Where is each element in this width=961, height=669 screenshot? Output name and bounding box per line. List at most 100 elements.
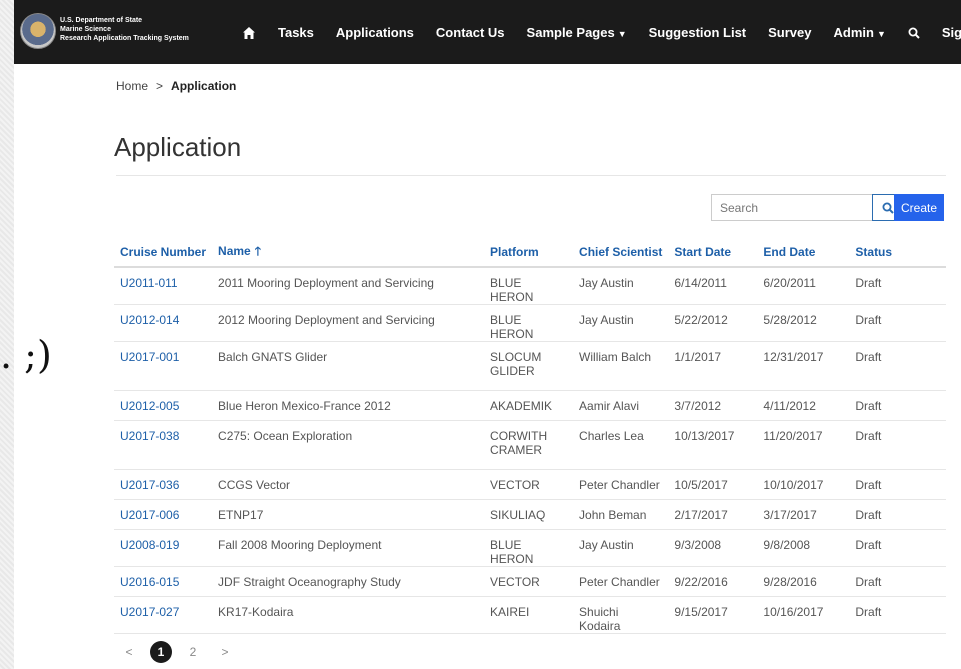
cell-end-date: 3/17/2017: [757, 499, 850, 530]
cell-platform: VECTOR: [484, 469, 574, 500]
pagination-prev[interactable]: <: [118, 641, 140, 663]
table-header-row: Cruise Number Name 🡑 Platform Chief Scien…: [114, 238, 946, 268]
table-row: U2012-005 Blue Heron Mexico-France 2012 …: [114, 390, 946, 421]
page-title: Application: [114, 132, 242, 162]
table-row: U2011-011 2011 Mooring Deployment and Se…: [114, 267, 946, 305]
cell-start-date: 6/14/2011: [668, 267, 758, 305]
pagination-next[interactable]: >: [214, 641, 236, 663]
column-header-cruise-number[interactable]: Cruise Number: [114, 238, 213, 268]
sort-ascending-icon: 🡑: [254, 243, 261, 258]
cell-end-date: 9/8/2008: [757, 529, 850, 567]
create-button[interactable]: Create: [894, 194, 944, 221]
cruise-number-link[interactable]: U2012-005: [114, 390, 213, 421]
column-header-status[interactable]: Status: [849, 238, 946, 268]
nav-survey[interactable]: Survey: [757, 25, 822, 40]
nav-search[interactable]: [897, 25, 931, 40]
nav-sign-in[interactable]: Sign In: [931, 25, 961, 40]
nav-applications[interactable]: Applications: [325, 25, 425, 40]
cell-chief-scientist: Charles Lea: [573, 420, 669, 470]
cell-name: Blue Heron Mexico-France 2012: [212, 390, 485, 421]
main-nav: Tasks Applications Contact Us Sample Pag…: [231, 0, 961, 64]
cell-platform: CORWITH CRAMER: [484, 420, 574, 470]
cruise-number-link[interactable]: U2017-036: [114, 469, 213, 500]
cruise-number-link[interactable]: U2016-015: [114, 566, 213, 597]
cell-status: Draft: [849, 267, 946, 305]
breadcrumb-separator: >: [156, 79, 164, 93]
cell-platform: BLUE HERON: [484, 304, 574, 342]
cell-start-date: 2/17/2017: [668, 499, 758, 530]
cell-start-date: 9/3/2008: [668, 529, 758, 567]
cruise-number-link[interactable]: U2012-014: [114, 304, 213, 342]
cell-platform: VECTOR: [484, 566, 574, 597]
table-row: U2017-036 CCGS Vector VECTOR Peter Chand…: [114, 469, 946, 500]
search-input[interactable]: [711, 194, 872, 221]
table-row: U2017-038 C275: Ocean Exploration CORWIT…: [114, 420, 946, 470]
cell-status: Draft: [849, 596, 946, 634]
cell-platform: AKADEMIK: [484, 390, 574, 421]
cruise-number-link[interactable]: U2011-011: [114, 267, 213, 305]
table-row: U2017-001 Balch GNATS Glider SLOCUM GLID…: [114, 341, 946, 391]
cell-start-date: 1/1/2017: [668, 341, 758, 391]
cell-chief-scientist: John Beman: [573, 499, 669, 530]
search-group: [711, 194, 904, 221]
cell-chief-scientist: Peter Chandler: [573, 469, 669, 500]
column-header-start-date[interactable]: Start Date: [668, 238, 758, 268]
cell-platform: KAIREI: [484, 596, 574, 634]
pagination: < 1 2 >: [118, 641, 246, 663]
cruise-number-link[interactable]: U2008-019: [114, 529, 213, 567]
agency-name[interactable]: U.S. Department of State Marine Science …: [60, 16, 189, 43]
cell-chief-scientist: William Balch: [573, 341, 669, 391]
cell-name: KR17-Kodaira: [212, 596, 485, 634]
cell-name: ETNP17: [212, 499, 485, 530]
cell-status: Draft: [849, 420, 946, 470]
cell-chief-scientist: Jay Austin: [573, 267, 669, 305]
cell-end-date: 9/28/2016: [757, 566, 850, 597]
caret-down-icon: ▼: [876, 28, 886, 39]
table-row: U2012-014 2012 Mooring Deployment and Se…: [114, 304, 946, 342]
breadcrumb-home[interactable]: Home: [116, 79, 148, 93]
cell-chief-scientist: Aamir Alavi: [573, 390, 669, 421]
agency-line: Research Application Tracking System: [60, 35, 189, 42]
cell-start-date: 10/5/2017: [668, 469, 758, 500]
cell-platform: SIKULIAQ: [484, 499, 574, 530]
home-icon: [243, 26, 255, 39]
overlay-text: . ;): [0, 333, 52, 377]
pagination-page-2[interactable]: 2: [182, 641, 204, 663]
cell-name: 2012 Mooring Deployment and Servicing: [212, 304, 485, 342]
cell-platform: BLUE HERON: [484, 267, 574, 305]
nav-admin[interactable]: Admin ▼: [823, 25, 897, 40]
column-header-name[interactable]: Name 🡑: [212, 238, 485, 268]
cell-status: Draft: [849, 469, 946, 500]
cruise-number-link[interactable]: U2017-027: [114, 596, 213, 634]
cell-end-date: 10/10/2017: [757, 469, 850, 500]
cell-start-date: 9/15/2017: [668, 596, 758, 634]
title-divider: [116, 175, 946, 176]
column-header-chief-scientist[interactable]: Chief Scientist: [573, 238, 669, 268]
department-seal-logo[interactable]: [20, 13, 56, 49]
cell-status: Draft: [849, 566, 946, 597]
cell-platform: SLOCUM GLIDER: [484, 341, 574, 391]
cell-status: Draft: [849, 304, 946, 342]
cell-end-date: 5/28/2012: [757, 304, 850, 342]
nav-tasks[interactable]: Tasks: [267, 25, 325, 40]
applications-table: Cruise Number Name 🡑 Platform Chief Scien…: [114, 238, 946, 634]
column-header-platform[interactable]: Platform: [484, 238, 574, 268]
column-header-end-date[interactable]: End Date: [757, 238, 850, 268]
cruise-number-link[interactable]: U2017-001: [114, 341, 213, 391]
nav-sample-pages-label: Sample Pages: [526, 24, 615, 40]
cruise-number-link[interactable]: U2017-006: [114, 499, 213, 530]
cell-chief-scientist: Peter Chandler: [573, 566, 669, 597]
search-icon: [882, 202, 894, 214]
nav-home[interactable]: [231, 24, 267, 40]
cell-end-date: 4/11/2012: [757, 390, 850, 421]
agency-line: U.S. Department of State: [60, 17, 143, 24]
nav-sample-pages[interactable]: Sample Pages ▼: [516, 25, 638, 40]
cell-end-date: 6/20/2011: [757, 267, 850, 305]
agency-line: Marine Science: [60, 26, 111, 33]
nav-contact-us[interactable]: Contact Us: [425, 25, 516, 40]
nav-suggestion-list[interactable]: Suggestion List: [638, 25, 758, 40]
cell-start-date: 5/22/2012: [668, 304, 758, 342]
cell-end-date: 12/31/2017: [757, 341, 850, 391]
pagination-page-1[interactable]: 1: [150, 641, 172, 663]
cruise-number-link[interactable]: U2017-038: [114, 420, 213, 470]
